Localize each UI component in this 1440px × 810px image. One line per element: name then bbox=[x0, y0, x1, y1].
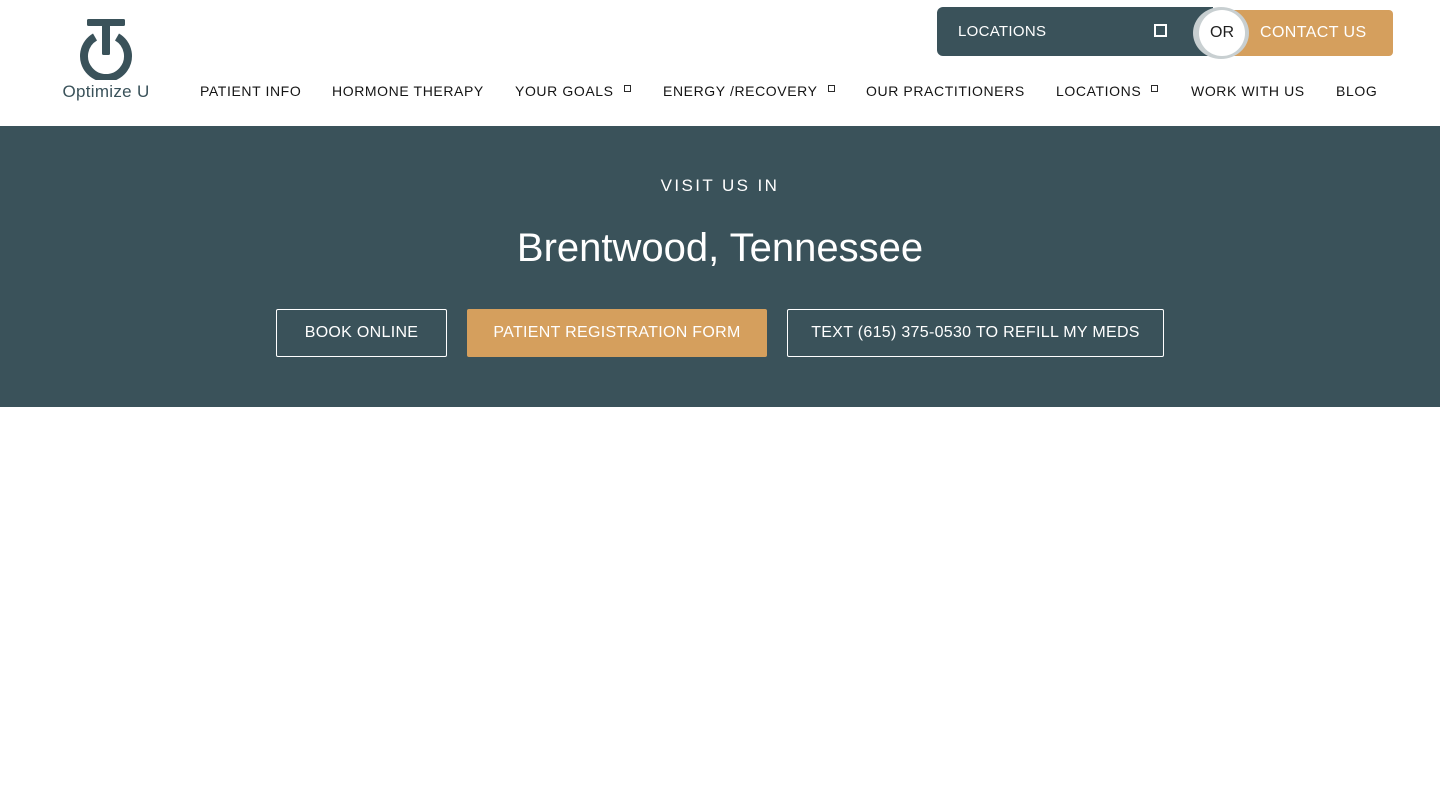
nav-item-locations[interactable]: LOCATIONS bbox=[1056, 80, 1159, 102]
or-divider: OR bbox=[1199, 10, 1245, 56]
nav-item-label: ENERGY /RECOVERY bbox=[663, 83, 818, 99]
nav-item-label: BLOG bbox=[1336, 83, 1378, 99]
dropdown-icon bbox=[827, 84, 835, 92]
nav-item-energy-recovery[interactable]: ENERGY /RECOVERY bbox=[663, 80, 835, 102]
or-label: OR bbox=[1210, 24, 1234, 41]
nav-item-work-with-us[interactable]: WORK WITH US bbox=[1191, 80, 1305, 102]
contact-us-label: CONTACT US bbox=[1260, 24, 1367, 41]
locations-dropdown-label: LOCATIONS bbox=[958, 23, 1047, 40]
contact-us-button[interactable]: CONTACT US bbox=[1228, 10, 1393, 56]
nav-item-label: YOUR GOALS bbox=[515, 83, 614, 99]
dropdown-icon bbox=[1151, 84, 1159, 92]
hero-banner: VISIT US IN Brentwood, Tennessee BOOK ON… bbox=[0, 126, 1440, 407]
locations-dropdown-button[interactable]: LOCATIONS bbox=[937, 7, 1213, 56]
text-refill-button[interactable]: TEXT (615) 375-0530 TO REFILL MY MEDS bbox=[787, 309, 1164, 357]
page-title: Brentwood, Tennessee bbox=[516, 226, 924, 270]
dropdown-icon bbox=[1154, 24, 1167, 37]
nav-item-our-practitioners[interactable]: OUR PRACTITIONERS bbox=[866, 80, 1025, 102]
text-refill-label: TEXT (615) 375-0530 TO REFILL MY MEDS bbox=[811, 324, 1140, 341]
book-online-label: BOOK ONLINE bbox=[304, 324, 419, 341]
dropdown-icon bbox=[623, 84, 631, 92]
nav-item-label: HORMONE THERAPY bbox=[332, 83, 484, 99]
nav-item-blog[interactable]: BLOG bbox=[1336, 80, 1377, 102]
nav-item-label: LOCATIONS bbox=[1056, 83, 1142, 99]
site-header: Optimize U PATIENT INFO HORMONE THERAPY … bbox=[0, 0, 1440, 126]
patient-registration-label: PATIENT REGISTRATION FORM bbox=[493, 324, 741, 341]
power-logo-icon bbox=[80, 19, 132, 80]
nav-item-label: PATIENT INFO bbox=[200, 83, 302, 99]
nav-item-hormone-therapy[interactable]: HORMONE THERAPY bbox=[332, 80, 484, 102]
patient-registration-button[interactable]: PATIENT REGISTRATION FORM bbox=[467, 309, 767, 357]
hero-kicker: VISIT US IN bbox=[660, 176, 780, 195]
nav-item-label: OUR PRACTITIONERS bbox=[866, 83, 1025, 99]
main-nav: PATIENT INFO HORMONE THERAPY YOUR GOALS … bbox=[0, 80, 1440, 102]
book-online-button[interactable]: BOOK ONLINE bbox=[276, 309, 447, 357]
nav-item-label: WORK WITH US bbox=[1191, 83, 1305, 99]
nav-item-patient-info[interactable]: PATIENT INFO bbox=[200, 80, 301, 102]
nav-item-your-goals[interactable]: YOUR GOALS bbox=[515, 80, 631, 102]
